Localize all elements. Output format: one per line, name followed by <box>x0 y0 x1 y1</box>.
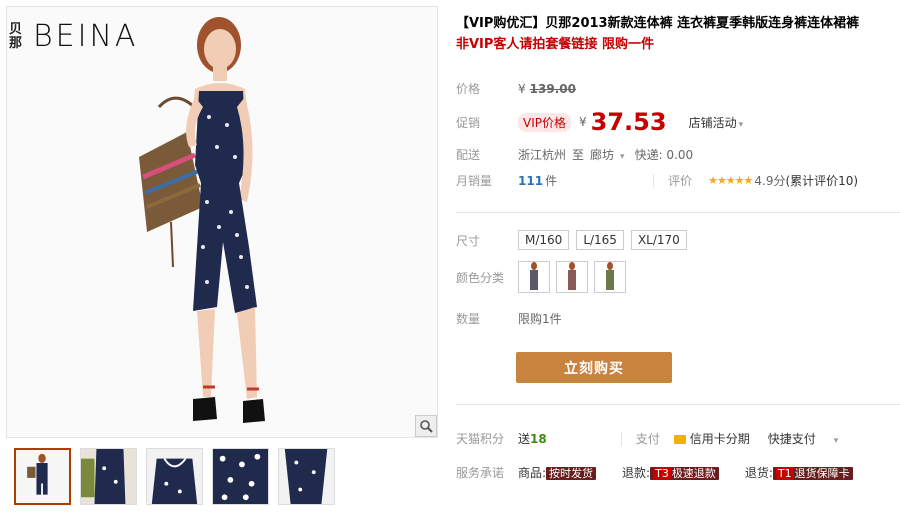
product-subtitle: 非VIP客人请拍套餐链接 限购一件 <box>456 37 654 52</box>
thumbnail-4[interactable] <box>212 448 269 505</box>
total-reviews-link[interactable]: (累计评价10) <box>785 172 858 189</box>
delivery-from: 浙江杭州 <box>518 148 567 162</box>
delivery-row: 配送 浙江杭州 至 廊坊 ▾ 快递: 0.00 <box>456 146 693 163</box>
service-refund-code: T3 <box>653 467 671 480</box>
color-label: 颜色分类 <box>456 270 505 285</box>
promo-price-row: 促销 VIP价格 ¥ 37.53 店铺活动 ▾ <box>456 108 743 136</box>
size-option-m[interactable]: M/160 <box>518 230 570 250</box>
magnifier-icon[interactable] <box>415 415 437 437</box>
service-return-label: 退货保障卡 <box>794 467 850 480</box>
promo-price: 37.53 <box>590 108 667 136</box>
sales-label: 月销量 <box>456 174 493 188</box>
delivery-to-word: 至 <box>572 148 585 162</box>
color-option-2[interactable] <box>556 261 588 293</box>
service-shipping-prefix: 商品: <box>518 466 547 480</box>
quantity-row: 数量 限购1件 <box>456 310 562 327</box>
color-selector: 颜色分类 <box>456 261 632 293</box>
quick-pay-label: 快捷支付 <box>767 432 816 446</box>
section-divider <box>456 404 900 405</box>
promo-currency-symbol: ¥ <box>579 115 587 129</box>
brand-logo-cn: 贝那 <box>9 21 24 51</box>
installment-label: 信用卡分期 <box>689 432 750 446</box>
size-selector: 尺寸 M/160 L/165 XL/170 <box>456 230 694 250</box>
shop-activity-dropdown[interactable]: 店铺活动 ▾ <box>689 114 744 131</box>
thumbnail-1[interactable] <box>14 448 71 505</box>
main-image[interactable]: 贝那 BEINA <box>6 6 438 438</box>
service-item-shipping[interactable]: 商品: 按时发货 <box>518 464 597 481</box>
chevron-down-icon: ▾ <box>620 152 625 162</box>
original-price-row: 价格 ¥ 139.00 <box>456 80 576 97</box>
vip-price-tag: VIP价格 <box>518 112 571 132</box>
rating-stars: ★★★★★ <box>708 174 753 187</box>
service-refund-prefix: 退款: <box>622 466 651 480</box>
divider <box>620 431 622 446</box>
thumbnail-5[interactable] <box>278 448 335 505</box>
size-option-l[interactable]: L/165 <box>576 230 624 250</box>
services-label: 服务承诺 <box>456 466 505 480</box>
chevron-down-icon: ▾ <box>833 436 839 446</box>
services-row: 服务承诺 商品: 按时发货 退款: T3 极速退款 退货: T1 退货保障卡 <box>456 464 853 481</box>
shipping-fee: 快递: 0.00 <box>634 148 694 162</box>
credit-card-installment[interactable]: 信用卡分期 <box>673 430 750 447</box>
divider <box>653 173 655 188</box>
service-return-tag: T1 退货保障卡 <box>772 467 853 480</box>
thumbnail-list <box>14 448 335 505</box>
thumbnail-3[interactable] <box>146 448 203 505</box>
product-title: 【VIP购优汇】贝那2013新款连体裤 连衣裤夏季韩版连身裤连体裙裤 <box>456 16 860 31</box>
credit-card-icon <box>673 435 686 444</box>
sales-row: 月销量 111 件 评价 ★★★★★ 4.9分 (累计评价10) <box>456 172 858 189</box>
payment-label: 支付 <box>635 432 660 446</box>
service-return-code: T1 <box>775 467 794 480</box>
original-price: 139.00 <box>529 81 576 96</box>
points-label: 天猫积分 <box>456 432 505 446</box>
service-refund-tag: T3 极速退款 <box>650 467 719 480</box>
size-option-xl[interactable]: XL/170 <box>630 230 687 250</box>
color-option-1[interactable] <box>518 261 550 293</box>
service-return-prefix: 退货: <box>744 466 773 480</box>
product-page: 贝那 BEINA 【VIP购优汇】贝那2013新款连体裤 连衣裤夏季韩版连身裤连… <box>0 0 900 513</box>
buy-now-button[interactable]: 立刻购买 <box>516 352 672 383</box>
rating-label: 评价 <box>668 174 693 188</box>
points-row: 天猫积分 送 18 支付 信用卡分期 快捷支付 ▾ <box>456 430 838 447</box>
sales-unit: 件 <box>545 174 558 188</box>
sales-count: 111 <box>518 173 544 188</box>
payment-method-dropdown[interactable]: 快捷支付 ▾ <box>768 430 839 447</box>
service-item-return[interactable]: 退货: T1 退货保障卡 <box>745 464 853 481</box>
delivery-destination-dropdown[interactable]: 廊坊 ▾ <box>590 146 625 163</box>
delivery-label: 配送 <box>456 148 481 162</box>
thumbnail-2[interactable] <box>80 448 137 505</box>
points-value: 18 <box>530 431 547 446</box>
shop-activity-label: 店铺活动 <box>688 115 737 130</box>
quantity-label: 数量 <box>456 312 481 326</box>
price-label: 价格 <box>456 82 481 96</box>
model-photo <box>139 17 265 423</box>
chevron-down-icon: ▾ <box>738 119 744 130</box>
points-prefix: 送 <box>518 432 531 446</box>
color-option-3[interactable] <box>594 261 626 293</box>
service-item-refund[interactable]: 退款: T3 极速退款 <box>622 464 719 481</box>
quantity-limit: 限购1件 <box>518 312 562 326</box>
section-divider <box>456 212 900 213</box>
size-label: 尺寸 <box>456 233 481 248</box>
delivery-to: 廊坊 <box>590 148 615 162</box>
rating-score: 4.9分 <box>754 174 786 188</box>
service-shipping-tag: 按时发货 <box>546 467 597 480</box>
promo-label: 促销 <box>456 115 481 130</box>
product-header: 【VIP购优汇】贝那2013新款连体裤 连衣裤夏季韩版连身裤连体裙裤 非VIP客… <box>456 14 896 55</box>
currency-symbol: ¥ <box>518 81 526 96</box>
service-refund-label: 极速退款 <box>671 467 716 480</box>
